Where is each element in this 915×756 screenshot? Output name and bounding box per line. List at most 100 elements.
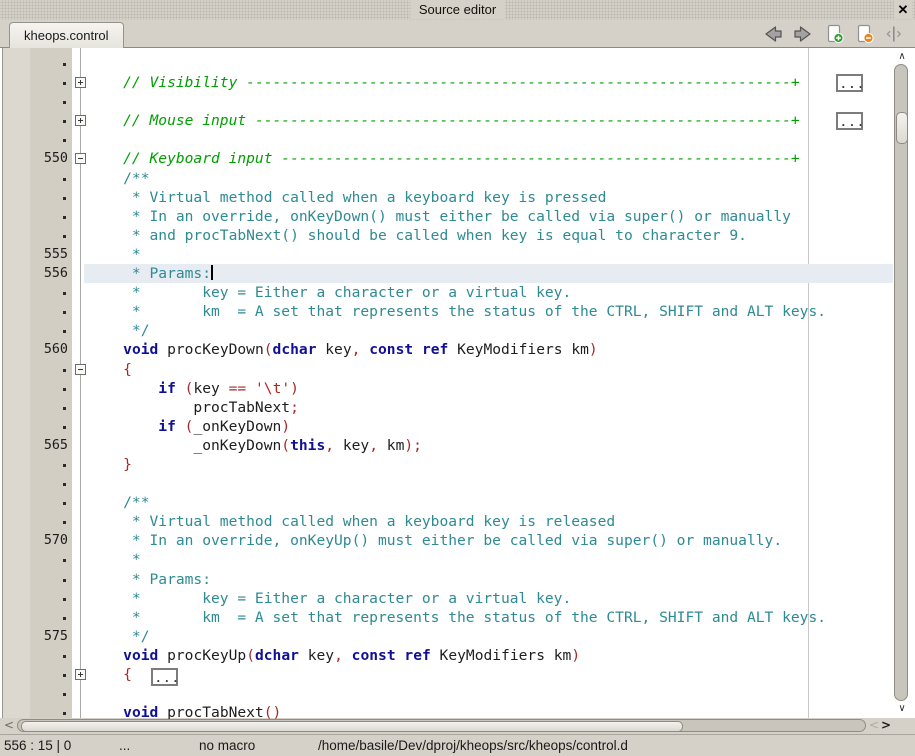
scroll-up-icon[interactable]: ∧ [896, 51, 908, 62]
code-text: /** [88, 169, 150, 188]
vertical-scrollbar[interactable]: ∧ ∨ [893, 47, 911, 718]
line-number: 556 [28, 264, 68, 283]
fold-expand-icon[interactable] [75, 669, 86, 680]
code-line[interactable]: 556 * Params: [0, 264, 893, 283]
horizontal-scrollbar-thumb[interactable] [21, 721, 683, 732]
code-rows[interactable]: // Visibility --------------------------… [0, 54, 893, 719]
nav-back-icon[interactable] [761, 23, 785, 45]
code-text: * [88, 550, 141, 569]
line-number [28, 550, 68, 569]
ellipsis-dots: ... [838, 118, 861, 127]
fold-expand-icon[interactable] [75, 77, 86, 88]
code-line[interactable]: void procTabNext() [0, 703, 893, 719]
code-text: procTabNext; [88, 398, 299, 417]
line-number [28, 321, 68, 340]
line-number: 570 [28, 531, 68, 550]
code-line[interactable]: */ [0, 321, 893, 340]
line-number: 550 [28, 149, 68, 168]
horizontal-scrollbar-track[interactable] [17, 719, 866, 732]
code-line[interactable]: 575 */ [0, 627, 893, 646]
code-line[interactable]: 565 _onKeyDown(this, key, km); [0, 436, 893, 455]
close-icon[interactable]: ✕ [894, 0, 912, 19]
code-line[interactable] [0, 130, 893, 149]
code-line[interactable]: * key = Either a character or a virtual … [0, 589, 893, 608]
code-text: * km = A set that represents the status … [88, 608, 826, 627]
line-number [28, 73, 68, 92]
code-editor[interactable]: // Visibility --------------------------… [0, 47, 915, 718]
pending-indicator: ... [119, 735, 130, 756]
code-text: void procKeyUp(dchar key, const ref KeyM… [88, 646, 580, 665]
scroll-right-icon[interactable]: > [881, 718, 891, 733]
line-number [28, 684, 68, 703]
code-line[interactable]: 570 * In an override, onKeyUp() must eit… [0, 531, 893, 550]
code-line[interactable]: if (_onKeyDown) [0, 417, 893, 436]
line-number [28, 665, 68, 684]
code-line[interactable]: /** [0, 169, 893, 188]
horizontal-scrollbar[interactable]: < < > [0, 718, 915, 734]
fold-ellipsis-box[interactable]: ... [836, 74, 863, 92]
line-number [28, 360, 68, 379]
code-line[interactable] [0, 684, 893, 703]
fold-collapse-icon[interactable] [75, 153, 86, 164]
line-dot [63, 502, 66, 505]
code-line[interactable]: // Visibility --------------------------… [0, 73, 893, 92]
line-dot [63, 693, 66, 696]
text-caret [211, 265, 213, 280]
tab-label: kheops.control [24, 28, 109, 43]
line-number [28, 646, 68, 665]
code-line[interactable]: * In an override, onKeyDown() must eithe… [0, 207, 893, 226]
line-dot [63, 426, 66, 429]
line-dot [63, 388, 66, 391]
code-line[interactable]: 555 * [0, 245, 893, 264]
code-line[interactable]: 560 void procKeyDown(dchar key, const re… [0, 340, 893, 359]
code-line[interactable]: } [0, 455, 893, 474]
fold-collapse-icon[interactable] [75, 364, 86, 375]
code-line[interactable]: // Mouse input -------------------------… [0, 111, 893, 130]
code-line[interactable] [0, 474, 893, 493]
line-number [28, 283, 68, 302]
line-number [28, 54, 68, 73]
code-line[interactable]: * and procTabNext() should be called whe… [0, 226, 893, 245]
code-line[interactable]: /** [0, 493, 893, 512]
line-dot [63, 483, 66, 486]
line-dot [63, 559, 66, 562]
panel-titlebar[interactable]: Source editor ✕ [0, 0, 915, 20]
code-line[interactable]: void procKeyUp(dchar key, const ref KeyM… [0, 646, 893, 665]
code-line[interactable]: procTabNext; [0, 398, 893, 417]
code-line[interactable]: { [0, 360, 893, 379]
line-number [28, 703, 68, 719]
vertical-scrollbar-thumb[interactable] [896, 112, 908, 144]
code-line[interactable]: * [0, 550, 893, 569]
fold-ellipsis-box[interactable]: ... [836, 112, 863, 130]
scroll-down-icon[interactable]: ∨ [896, 703, 908, 714]
new-document-icon[interactable] [823, 23, 847, 45]
status-bar: 556 : 15 | 0 ... no macro /home/basile/D… [0, 734, 915, 756]
code-line[interactable]: if (key == '\t') [0, 379, 893, 398]
code-line[interactable]: * key = Either a character or a virtual … [0, 283, 893, 302]
code-text: * In an override, onKeyUp() must either … [88, 531, 782, 550]
scroll-left-secondary-icon[interactable]: < [869, 718, 879, 733]
line-dot [63, 82, 66, 85]
line-dot [63, 674, 66, 677]
code-line[interactable]: * Virtual method called when a keyboard … [0, 188, 893, 207]
fold-expand-icon[interactable] [75, 115, 86, 126]
line-number: 560 [28, 340, 68, 359]
code-line[interactable]: * km = A set that represents the status … [0, 302, 893, 321]
code-line[interactable]: {... [0, 665, 893, 684]
vertical-scrollbar-track[interactable] [894, 64, 908, 701]
split-view-icon[interactable] [882, 23, 906, 45]
nav-forward-icon[interactable] [791, 23, 815, 45]
code-line[interactable]: * Virtual method called when a keyboard … [0, 512, 893, 531]
tab-kheops-control[interactable]: kheops.control [9, 22, 124, 48]
scroll-left-icon[interactable]: < [4, 718, 14, 733]
code-line[interactable]: * km = A set that represents the status … [0, 608, 893, 627]
line-number [28, 398, 68, 417]
code-text: * In an override, onKeyDown() must eithe… [88, 207, 791, 226]
close-document-icon[interactable] [853, 23, 877, 45]
code-line[interactable]: 550 // Keyboard input ------------------… [0, 149, 893, 168]
code-line[interactable]: * Params: [0, 570, 893, 589]
line-dot [63, 407, 66, 410]
code-line[interactable] [0, 54, 893, 73]
code-line[interactable] [0, 92, 893, 111]
line-number [28, 111, 68, 130]
